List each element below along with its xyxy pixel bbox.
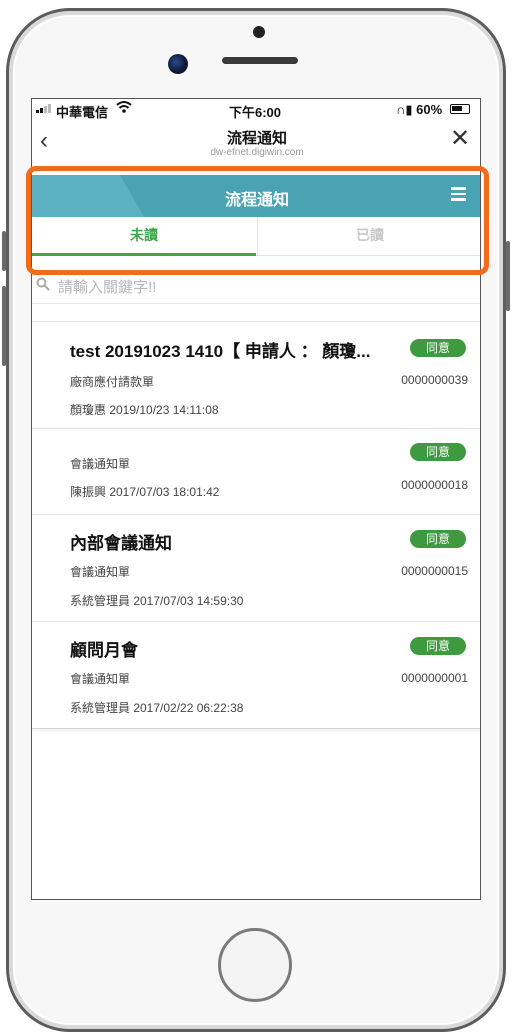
status-time: 下午6:00 xyxy=(229,105,282,120)
status-badge: 同意 xyxy=(410,443,466,461)
front-camera xyxy=(168,54,188,74)
search-placeholder: 請輸入關鍵字!! xyxy=(58,279,157,296)
nav-title: 流程通知 xyxy=(226,130,287,147)
item-form-type: 會議通知單 xyxy=(70,457,131,471)
signal-icon xyxy=(36,104,51,113)
status-badge: 同意 xyxy=(410,637,466,655)
item-form-type: 會議通知單 xyxy=(70,565,131,579)
proximity-sensor xyxy=(253,26,265,38)
battery-icon xyxy=(450,104,470,114)
item-form-type: 會議通知單 xyxy=(70,672,131,686)
status-badge: 同意 xyxy=(410,339,466,357)
item-number: 0000000015 xyxy=(401,564,468,578)
highlight-box xyxy=(26,166,489,275)
headphones-icon: ∩ xyxy=(396,102,406,117)
nav-bar: ‹ 流程通知 dw-efnet.digiwin.com ✕ xyxy=(32,123,480,163)
item-title: 顧問月會 xyxy=(70,641,138,660)
wifi-icon xyxy=(116,100,132,117)
item-number: 0000000001 xyxy=(401,671,468,685)
status-badge: 同意 xyxy=(410,530,466,548)
item-meta: 系統管理員 2017/02/22 06:22:38 xyxy=(70,701,244,715)
item-form-type: 廠商應付請款單 xyxy=(70,375,155,389)
search-icon xyxy=(36,277,50,291)
item-title: 內部會議通知 xyxy=(70,534,172,553)
item-meta: 顏瓊惠 2019/10/23 14:11:08 xyxy=(70,403,219,417)
volume-button xyxy=(2,286,6,366)
lock-icon: ▮ xyxy=(405,102,413,117)
battery-percent: 60% xyxy=(416,102,443,117)
item-number: 0000000039 xyxy=(401,373,468,387)
list-item[interactable]: 顧問月會 同意 會議通知單 0000000001 系統管理員 2017/02/2… xyxy=(32,621,480,729)
power-button xyxy=(506,241,510,311)
list-item[interactable]: 同意 會議通知單 0000000018 陳振興 2017/07/03 18:01… xyxy=(32,428,480,515)
list-item[interactable]: 內部會議通知 同意 會議通知單 0000000015 系統管理員 2017/07… xyxy=(32,514,480,622)
carrier-label: 中華電信 xyxy=(56,105,109,120)
earpiece-speaker xyxy=(222,57,298,64)
item-number: 0000000018 xyxy=(401,478,468,492)
list-item[interactable]: test 20191023 1410【 申請人 ： 顏瓊... 同意 廠商應付請… xyxy=(32,321,480,429)
volume-button xyxy=(2,231,6,271)
close-icon[interactable]: ✕ xyxy=(450,127,470,151)
item-title: test 20191023 1410【 申請人 ： 顏瓊... xyxy=(70,342,371,361)
nav-subtitle: dw-efnet.digiwin.com xyxy=(210,147,304,158)
item-meta: 陳振興 2017/07/03 18:01:42 xyxy=(70,485,220,499)
status-bar: 中華電信 下午6:00 ∩▮ 60% xyxy=(32,99,480,121)
item-meta: 系統管理員 2017/07/03 14:59:30 xyxy=(70,594,244,608)
home-button[interactable] xyxy=(218,928,292,1002)
